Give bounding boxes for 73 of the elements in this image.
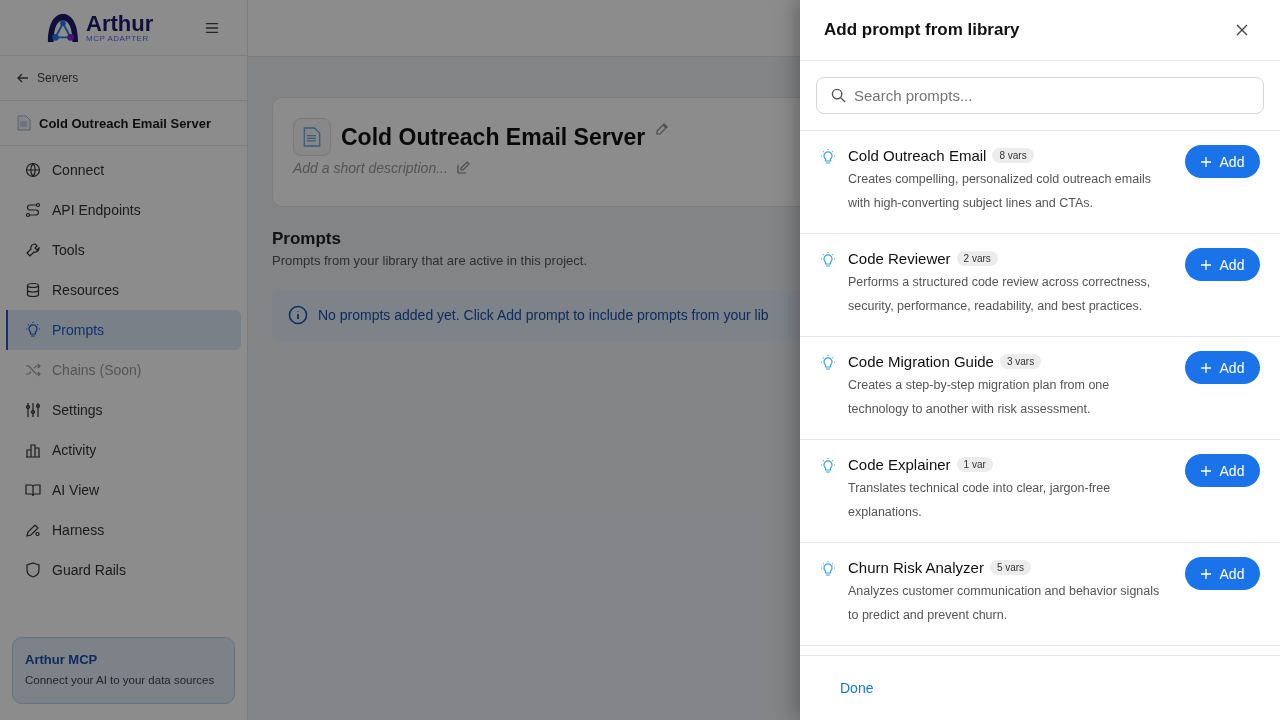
menu-icon[interactable] xyxy=(205,21,219,34)
lightbulb-icon xyxy=(820,458,836,474)
nav-item[interactable]: Harness xyxy=(6,510,241,550)
vars-badge: 1 var xyxy=(956,457,993,472)
database-icon xyxy=(25,282,41,298)
edit-icon[interactable] xyxy=(455,161,470,175)
notice-text: No prompts added yet. Click Add prompt to include prompts from your lib xyxy=(318,307,769,323)
brand-tagline: MCP ADAPTER xyxy=(86,34,150,43)
vars-badge: 8 vars xyxy=(992,148,1034,163)
shuffle-icon xyxy=(25,362,41,378)
document-icon xyxy=(293,118,331,156)
section-subtitle: Prompts from your library that are active in this project. xyxy=(272,253,587,268)
prompt-description: Creates a step-by-step migration plan from one technology to another with risk assessment. xyxy=(848,377,1111,418)
bar-chart-icon xyxy=(25,442,41,458)
lightbulb-icon xyxy=(820,252,836,268)
add-button[interactable]: Add xyxy=(1185,454,1260,487)
promo-title: Arthur MCP xyxy=(25,652,99,668)
promo-text: Connect your AI to your data sources xyxy=(25,673,216,689)
prompt-name: Code Migration Guide xyxy=(848,353,994,370)
globe-icon xyxy=(25,162,41,178)
back-arrow-icon xyxy=(17,72,29,84)
plus-icon xyxy=(1200,362,1211,373)
section-title: Prompts xyxy=(272,229,341,249)
nav-item[interactable]: Resources xyxy=(6,270,241,310)
lightbulb-icon xyxy=(820,355,836,371)
sliders-icon xyxy=(25,402,41,418)
book-icon xyxy=(25,482,41,498)
add-button[interactable]: Add xyxy=(1185,351,1260,384)
shield-icon xyxy=(25,562,41,578)
lightbulb-icon xyxy=(820,561,836,577)
server-name: Cold Outreach Email Server xyxy=(39,115,211,131)
wrench-icon xyxy=(25,242,41,258)
plus-icon xyxy=(1200,259,1211,270)
document-icon xyxy=(17,115,31,131)
plus-icon xyxy=(1200,156,1211,167)
vars-badge: 2 vars xyxy=(956,251,998,266)
done-button[interactable]: Done xyxy=(824,672,890,704)
pen-icon xyxy=(25,522,41,538)
nav-item[interactable]: Settings xyxy=(6,390,241,430)
prompt-description: Performs a structured code review across correctness, security, performance, readability, and best practices. xyxy=(848,274,1152,315)
nav-item[interactable]: AI View xyxy=(6,470,241,510)
nav-item[interactable]: Guard Rails xyxy=(6,550,241,590)
search-icon xyxy=(831,88,846,103)
prompt-description: Analyzes customer communication and behavior signals to predict and prevent churn. xyxy=(848,583,1161,624)
vars-badge: 3 vars xyxy=(999,354,1042,369)
edit-icon[interactable] xyxy=(655,122,670,136)
lightbulb-icon xyxy=(25,322,41,338)
nav-item[interactable]: Prompts xyxy=(6,310,241,350)
search-field[interactable]: Search prompts... xyxy=(816,77,1264,114)
drawer-title: Add prompt from library xyxy=(824,20,1020,40)
vars-badge: 5 vars xyxy=(989,560,1032,575)
add-button[interactable]: Add xyxy=(1185,248,1260,281)
nav-item[interactable]: Connect xyxy=(6,150,241,190)
nav-item[interactable]: API Endpoints xyxy=(6,190,241,230)
lightbulb-icon xyxy=(820,149,836,165)
close-icon[interactable] xyxy=(1236,24,1248,36)
back-link[interactable]: Servers xyxy=(0,56,247,101)
route-icon xyxy=(25,202,41,218)
prompt-name: Cold Outreach Email xyxy=(848,147,987,164)
plus-icon xyxy=(1200,465,1211,476)
prompt-name: Code Reviewer xyxy=(848,250,951,267)
add-button[interactable]: Add xyxy=(1185,557,1260,590)
info-icon xyxy=(288,305,308,325)
brand-name: Arthur xyxy=(86,12,154,35)
prompt-description: Creates compelling, personalized cold outreach emails with high-converting subject lines and CTAs. xyxy=(848,171,1152,212)
project-title: Cold Outreach Email Server xyxy=(341,123,646,151)
prompt-name: Churn Risk Analyzer xyxy=(848,559,984,576)
prompt-name: Code Explainer xyxy=(848,456,951,473)
nav-item[interactable]: Activity xyxy=(6,430,241,470)
prompt-description: Translates technical code into clear, jargon-free explanations. xyxy=(848,480,1112,521)
plus-icon xyxy=(1200,568,1211,579)
nav-item[interactable]: Tools xyxy=(6,230,241,270)
add-button[interactable]: Add xyxy=(1185,145,1260,178)
